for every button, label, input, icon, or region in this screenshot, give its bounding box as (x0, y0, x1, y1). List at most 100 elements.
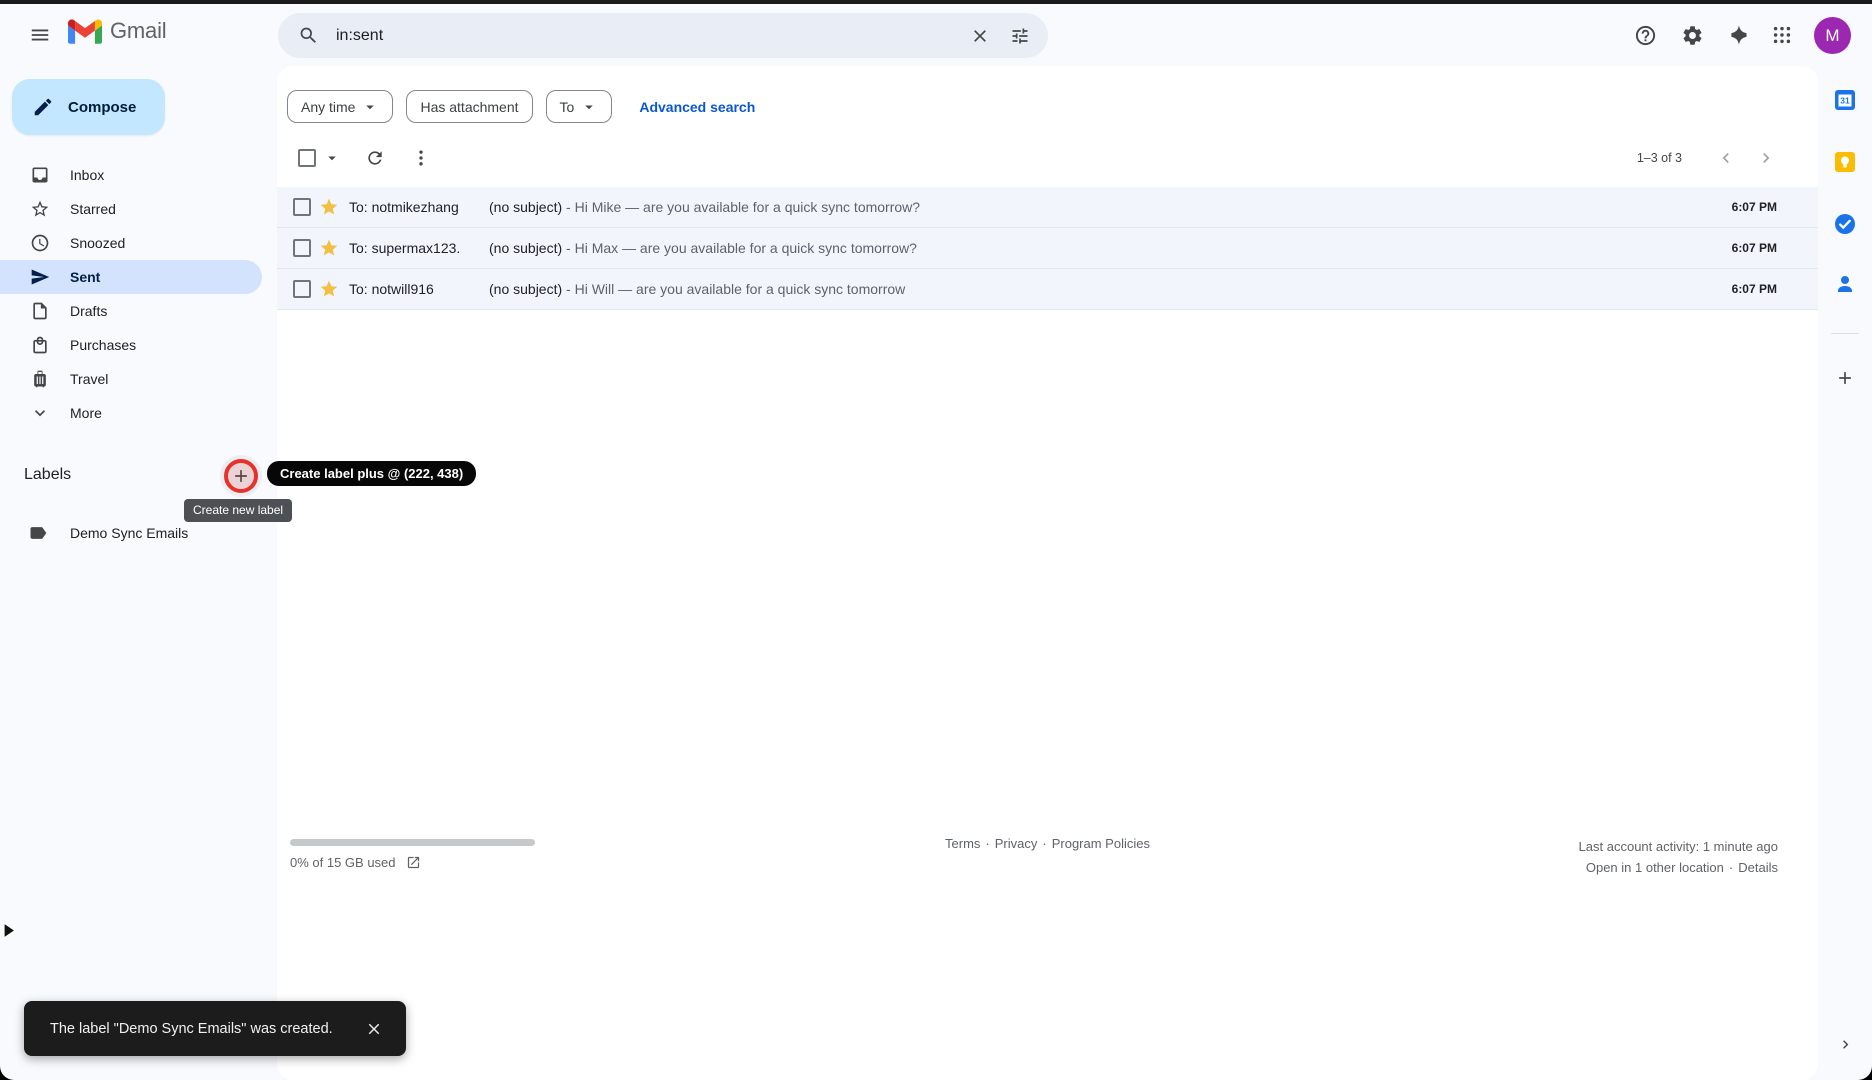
contacts-app-button[interactable] (1825, 264, 1865, 304)
clock-icon (31, 234, 49, 252)
labels-heading: Labels (24, 466, 72, 483)
email-recipient: To: notwill916 (349, 281, 434, 297)
sidebar-item-snoozed[interactable]: Snoozed (0, 226, 262, 260)
support-button[interactable] (1623, 13, 1667, 57)
settings-button[interactable] (1670, 13, 1714, 57)
gemini-sparkle-icon (1731, 25, 1747, 45)
email-checkbox[interactable] (293, 280, 311, 298)
filter-chip-has-attachment[interactable]: Has attachment (406, 90, 533, 123)
sidebar-item-starred[interactable]: Starred (0, 192, 262, 226)
app-header: Gmail in:sent M (0, 4, 1872, 66)
email-checkbox[interactable] (293, 198, 311, 216)
calendar-icon: 31 (1835, 90, 1855, 110)
sidebar-item-label: Sent (70, 269, 101, 285)
privacy-link[interactable]: Privacy (995, 836, 1038, 851)
tasks-app-button[interactable] (1825, 204, 1865, 244)
side-panel-strip: 31 (1818, 66, 1872, 1080)
program-policies-link[interactable]: Program Policies (1052, 836, 1150, 851)
keep-app-button[interactable] (1825, 142, 1865, 182)
snackbar-close-button[interactable] (356, 1011, 392, 1047)
email-list: To: notmikezhang (no subject) - Hi Mike … (277, 187, 1818, 310)
compose-label: Compose (68, 98, 137, 116)
terms-link[interactable]: Terms (945, 836, 980, 851)
sidebar-item-purchases[interactable]: Purchases (0, 328, 262, 362)
sidebar-nav: Inbox Starred Snoozed Sent Drafts Purcha… (0, 158, 262, 430)
email-checkbox[interactable] (293, 239, 311, 257)
search-bar[interactable] (278, 13, 1048, 58)
sidebar-item-label: Starred (70, 201, 116, 217)
compose-button[interactable]: Compose (12, 79, 165, 135)
gmail-window: Gmail in:sent M Compose Inbox Starred Sn… (0, 0, 1872, 1080)
gear-icon (1683, 25, 1701, 45)
annotation-tooltip: Create label plus @ (222, 438) (267, 461, 477, 486)
select-dropdown[interactable] (323, 149, 341, 167)
chevron-right-icon (1842, 1039, 1848, 1049)
last-activity-text: Last account activity: 1 minute ago (1578, 839, 1778, 854)
contacts-icon (1838, 276, 1852, 292)
filter-chip-any-time[interactable]: Any time (287, 90, 394, 123)
newer-page-button[interactable] (1708, 140, 1744, 176)
sidebar-item-more[interactable]: More (0, 396, 262, 430)
create-label-button[interactable] (220, 455, 262, 497)
star-icon[interactable] (319, 279, 339, 299)
gemini-button[interactable] (1717, 13, 1761, 57)
snackbar-message: The label "Demo Sync Emails" was created… (50, 1020, 333, 1037)
side-panel-divider (1831, 333, 1859, 334)
storage-meter: 0% of 15 GB used (290, 855, 421, 870)
star-icon[interactable] (319, 197, 339, 217)
account-avatar[interactable]: M (1814, 17, 1851, 54)
chip-label: To (559, 98, 575, 115)
email-row[interactable]: To: notmikezhang (no subject) - Hi Mike … (277, 187, 1818, 228)
search-filter-chips: Any time Has attachment To Advanced sear… (287, 90, 755, 123)
chip-label: Any time (301, 98, 356, 115)
star-icon[interactable] (319, 238, 339, 258)
google-apps-button[interactable] (1760, 13, 1804, 57)
chevron-down-icon (35, 410, 45, 417)
sidebar-item-label: Snoozed (70, 235, 126, 251)
older-page-button[interactable] (1748, 140, 1784, 176)
send-icon (31, 269, 50, 285)
clear-search-button[interactable] (960, 16, 1000, 56)
sidebar-item-label: Purchases (70, 337, 137, 353)
email-subject: (no subject) (489, 199, 563, 215)
chevron-right-icon (1763, 153, 1770, 163)
sidebar-item-label: More (70, 405, 102, 421)
open-in-new-icon[interactable] (406, 855, 421, 870)
help-icon (1635, 25, 1655, 45)
avatar-initial: M (1825, 25, 1840, 45)
email-snippet: - Hi Mike — are you available for a quic… (566, 199, 921, 215)
create-label-tooltip: Create new label (184, 499, 293, 522)
email-row[interactable]: To: notwill916 (no subject) - Hi Will — … (277, 269, 1818, 310)
advanced-search-link[interactable]: Advanced search (639, 99, 755, 115)
calendar-app-button[interactable]: 31 (1825, 80, 1865, 120)
refresh-icon (368, 151, 382, 165)
filter-chip-to[interactable]: To (545, 90, 613, 123)
hamburger-icon (31, 29, 49, 41)
open-location-text: Open in 1 other location (1585, 860, 1724, 875)
hamburger-menu-button[interactable] (18, 13, 62, 57)
search-options-button[interactable] (1000, 16, 1040, 56)
sidebar-item-sent[interactable]: Sent (0, 260, 262, 294)
dropdown-caret-icon (328, 156, 336, 161)
search-input[interactable] (334, 25, 960, 46)
chevron-left-icon (1722, 153, 1729, 163)
refresh-button[interactable] (355, 138, 395, 178)
more-options-button[interactable] (401, 138, 441, 178)
apps-grid-icon (1773, 26, 1791, 44)
get-add-ons-button[interactable] (1825, 358, 1865, 398)
sidebar-item-inbox[interactable]: Inbox (0, 158, 262, 192)
mail-content-card: Any time Has attachment To Advanced sear… (277, 66, 1818, 1080)
sidebar-item-drafts[interactable]: Drafts (0, 294, 262, 328)
snackbar: The label "Demo Sync Emails" was created… (24, 1001, 406, 1056)
search-submit-button[interactable] (288, 16, 328, 56)
details-link[interactable]: Details (1738, 860, 1778, 875)
email-row[interactable]: To: supermax123. (no subject) - Hi Max —… (277, 228, 1818, 269)
label-name: Demo Sync Emails (70, 525, 189, 541)
email-time: 6:07 PM (1731, 241, 1777, 255)
gmail-logo[interactable]: Gmail (68, 18, 167, 44)
gmail-m-icon (68, 19, 102, 44)
sidebar-item-travel[interactable]: Travel (0, 362, 262, 396)
select-all-checkbox[interactable] (298, 149, 316, 167)
separator: · (985, 836, 990, 851)
show-side-panel-button[interactable] (1827, 1026, 1863, 1062)
